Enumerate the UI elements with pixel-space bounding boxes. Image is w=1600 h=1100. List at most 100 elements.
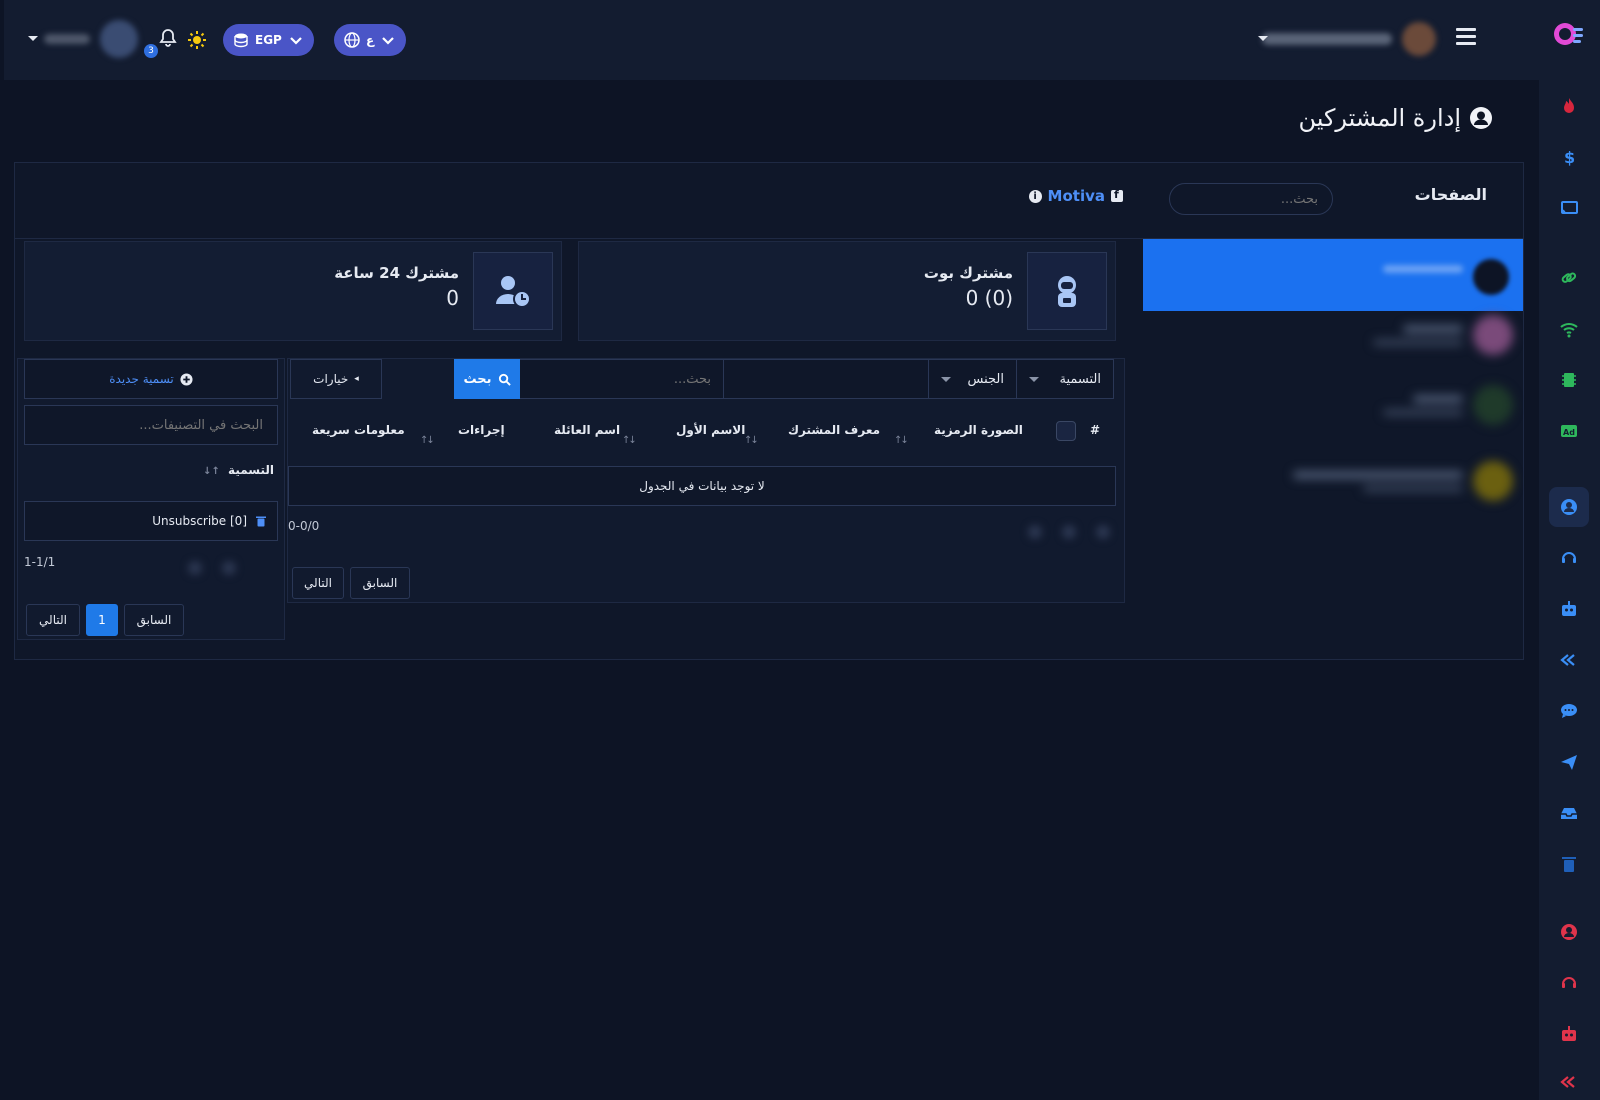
trash-icon[interactable] bbox=[1549, 844, 1589, 884]
selected-page[interactable]: Motiva i bbox=[1028, 187, 1123, 205]
label-filter-select[interactable]: التسمية bbox=[1016, 359, 1114, 399]
column-actions: إجراءات bbox=[458, 423, 505, 437]
currency-switcher[interactable]: EGP bbox=[223, 24, 314, 56]
table-header: # الصورة الرمزية ↑↓ معرف المشترك ↑↓ الاس… bbox=[288, 411, 1124, 451]
subscribers-table-panel: التسمية الجنس بحث خيارات ◂ # الصورة الرم… bbox=[287, 358, 1125, 603]
headset-icon[interactable] bbox=[1549, 538, 1589, 578]
bell-icon[interactable] bbox=[158, 28, 178, 48]
facebook-icon bbox=[1111, 188, 1123, 202]
options-button-label: خيارات bbox=[313, 372, 349, 386]
svg-text:Ad: Ad bbox=[1563, 428, 1575, 437]
column-quick-info: معلومات سريعة bbox=[312, 423, 405, 437]
labels-panel: تسمية جديدة التسمية ↑↓ Unsubscribe [0] 1… bbox=[17, 358, 285, 640]
labels-next-page-button[interactable]: التالي bbox=[26, 604, 80, 636]
ad-icon[interactable]: Ad bbox=[1549, 411, 1589, 451]
stat-value: 0 bbox=[446, 286, 459, 310]
chevron-down-icon bbox=[290, 37, 302, 45]
stat-value: 0 (0) bbox=[965, 286, 1013, 310]
bot-icon[interactable] bbox=[1549, 1014, 1589, 1054]
chevron-down-icon[interactable] bbox=[28, 36, 38, 41]
column-subscriber-id[interactable]: معرف المشترك bbox=[788, 423, 880, 437]
new-label-text: تسمية جديدة bbox=[109, 372, 174, 386]
user-circle-icon[interactable] bbox=[1549, 912, 1589, 952]
page-list-item-active[interactable] bbox=[1143, 239, 1523, 311]
send-icon[interactable] bbox=[1549, 742, 1589, 782]
top-bar: ع EGP 3 bbox=[4, 0, 1539, 80]
robot-icon[interactable] bbox=[1549, 589, 1589, 629]
pagination-placeholder bbox=[1018, 525, 1120, 543]
caret-left-icon: ◂ bbox=[354, 374, 359, 384]
page-list-item[interactable] bbox=[1293, 461, 1513, 501]
labels-current-page-button[interactable]: 1 bbox=[86, 604, 118, 636]
chevron-down-icon[interactable] bbox=[1258, 36, 1268, 41]
page-list-item[interactable] bbox=[1383, 385, 1513, 425]
label-filter-text: التسمية bbox=[1059, 371, 1101, 387]
table-range: 0-0/0 bbox=[288, 519, 320, 533]
wifi-icon[interactable] bbox=[1549, 309, 1589, 349]
column-first-name[interactable]: الاسم الأول bbox=[676, 423, 745, 437]
reply-all-icon[interactable] bbox=[1549, 640, 1589, 680]
plus-circle-icon bbox=[180, 372, 193, 386]
column-index: # bbox=[1090, 423, 1101, 437]
chevron-down-icon bbox=[382, 37, 394, 45]
options-button[interactable]: خيارات ◂ bbox=[290, 359, 382, 399]
select-all-checkbox[interactable] bbox=[1056, 421, 1076, 441]
notification-count-badge: 3 bbox=[144, 44, 158, 58]
pages-search-input[interactable] bbox=[1169, 183, 1333, 215]
new-label-button[interactable]: تسمية جديدة bbox=[24, 359, 278, 399]
subscribers-icon[interactable] bbox=[1549, 487, 1589, 527]
subscriber-search-input[interactable] bbox=[518, 359, 724, 399]
account-menu[interactable] bbox=[1262, 22, 1436, 56]
language-switcher[interactable]: ع bbox=[334, 24, 407, 56]
labels-column-header[interactable]: التسمية ↑↓ bbox=[203, 463, 274, 477]
prev-page-button[interactable]: السابق bbox=[350, 567, 410, 599]
sort-icon[interactable]: ↑↓ bbox=[420, 435, 435, 446]
support-icon[interactable] bbox=[1549, 963, 1589, 1003]
menu-toggle-icon[interactable] bbox=[1456, 28, 1476, 48]
language-label: ع bbox=[366, 33, 375, 47]
chip-icon[interactable] bbox=[1549, 360, 1589, 400]
stat-bot-subscribers: مشترك بوت 0 (0) bbox=[578, 241, 1116, 341]
column-avatar[interactable]: الصورة الرمزية bbox=[934, 423, 1023, 437]
sidebar-rail: $ Ad bbox=[1539, 0, 1600, 1100]
card-header: الصفحات Motiva i bbox=[15, 163, 1523, 239]
subscribers-card: الصفحات Motiva i مشترك بوت 0 (0) مشترك 2… bbox=[14, 162, 1524, 660]
sort-icon[interactable]: ↑↓ bbox=[744, 435, 759, 446]
fire-icon[interactable] bbox=[1549, 86, 1589, 126]
search-button[interactable]: بحث bbox=[454, 359, 520, 399]
filter-bar: التسمية الجنس بحث خيارات ◂ bbox=[288, 359, 1124, 399]
sort-icon[interactable]: ↑↓ bbox=[894, 435, 909, 446]
labels-search-input[interactable] bbox=[24, 405, 278, 445]
sort-icon[interactable]: ↑↓ bbox=[203, 466, 222, 477]
gender-filter-select[interactable]: الجنس bbox=[928, 359, 1017, 399]
page-list-item[interactable] bbox=[1373, 315, 1513, 355]
empty-table-message: لا توجد بيانات في الجدول bbox=[288, 466, 1116, 506]
sun-icon[interactable] bbox=[187, 30, 207, 50]
coins-icon bbox=[234, 33, 248, 48]
app-logo-icon[interactable] bbox=[1551, 20, 1585, 50]
inbox-icon[interactable] bbox=[1549, 793, 1589, 833]
user-circle-icon bbox=[1470, 107, 1492, 129]
next-page-button[interactable]: التالي bbox=[292, 567, 344, 599]
trash-icon[interactable] bbox=[255, 515, 267, 527]
info-icon[interactable]: i bbox=[1028, 189, 1042, 203]
astronaut-icon bbox=[1027, 252, 1107, 330]
pagination-placeholder bbox=[178, 561, 246, 579]
extra-filter-field[interactable] bbox=[723, 359, 929, 399]
search-button-label: بحث bbox=[463, 371, 492, 387]
label-row[interactable]: Unsubscribe [0] bbox=[24, 501, 278, 541]
cast-icon[interactable] bbox=[1549, 188, 1589, 228]
chevron-down-icon bbox=[941, 376, 951, 382]
chat-icon[interactable] bbox=[1549, 691, 1589, 731]
sort-icon[interactable]: ↑↓ bbox=[622, 435, 637, 446]
reply-icon[interactable] bbox=[1549, 1062, 1589, 1100]
dollar-icon[interactable]: $ bbox=[1549, 137, 1589, 177]
link-icon[interactable] bbox=[1549, 258, 1589, 298]
labels-prev-page-button[interactable]: السابق bbox=[124, 604, 184, 636]
profile-menu[interactable] bbox=[44, 20, 138, 58]
selected-page-name: Motiva bbox=[1047, 187, 1105, 205]
stat-subscribers-24h: مشترك 24 ساعة 0 bbox=[24, 241, 562, 341]
currency-label: EGP bbox=[255, 33, 282, 47]
gender-filter-text: الجنس bbox=[967, 371, 1004, 387]
column-last-name[interactable]: اسم العائلة bbox=[554, 423, 620, 437]
